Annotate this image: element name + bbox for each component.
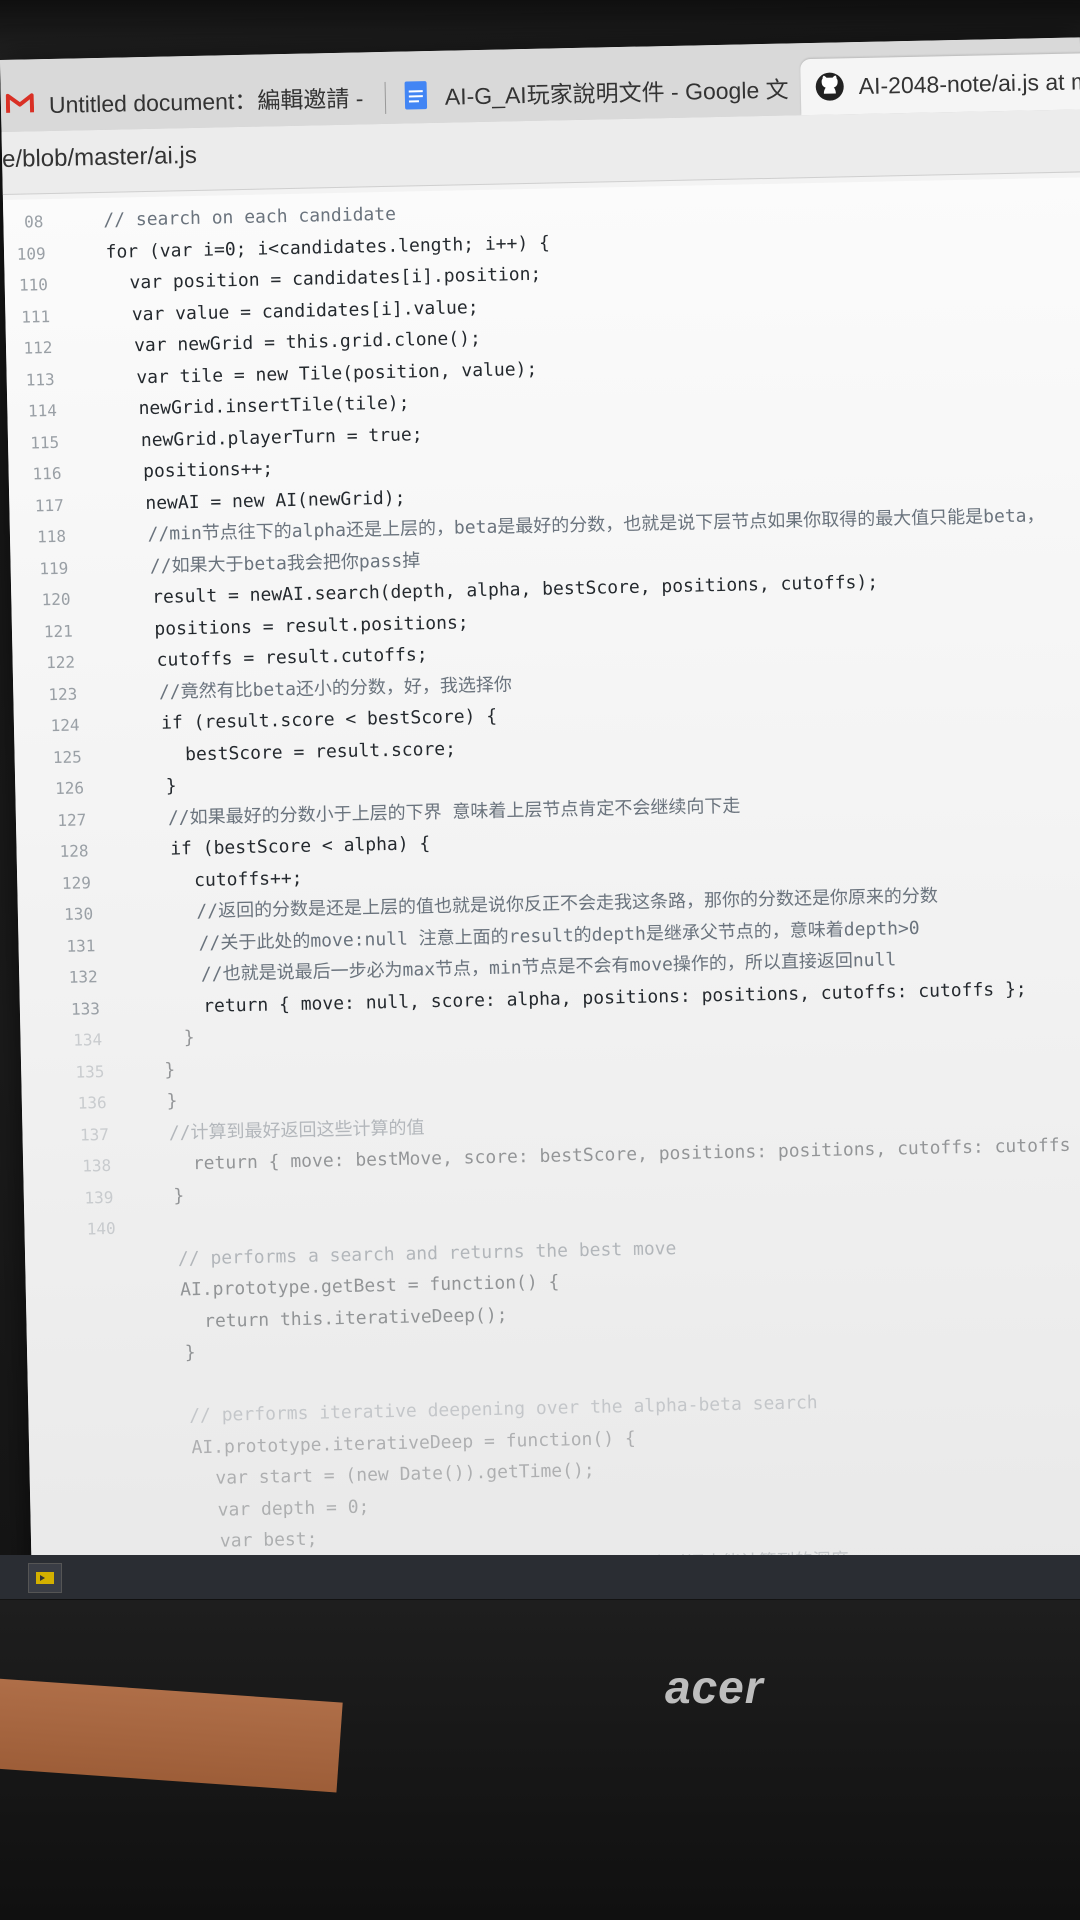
line-number: 124 bbox=[50, 715, 80, 736]
line-number: 140 bbox=[86, 1218, 116, 1239]
line-number: 113 bbox=[25, 369, 55, 390]
line-number: 128 bbox=[59, 841, 89, 861]
code-text: var depth = 0; bbox=[195, 1496, 370, 1521]
code-text: //计算到最好返回这些计算的值 bbox=[168, 1116, 425, 1144]
code-text: newAI = new AI(newGrid); bbox=[123, 487, 406, 515]
gmail-icon bbox=[5, 88, 36, 119]
line-number: 122 bbox=[45, 652, 76, 673]
code-text: } bbox=[173, 1184, 185, 1207]
browser-window: Untitled document：編輯邀請 - ✕ AI-G_AI玩家說明文件… bbox=[0, 37, 1080, 1595]
line-number bbox=[84, 1340, 124, 1341]
code-text: newGrid.playerTurn = true; bbox=[118, 423, 423, 452]
line-number: 116 bbox=[32, 463, 62, 484]
line-number: 109 bbox=[16, 243, 46, 264]
line-number bbox=[96, 1497, 136, 1498]
code-text: } bbox=[161, 1027, 195, 1049]
code-text: } bbox=[143, 775, 177, 798]
line-number: 138 bbox=[82, 1155, 112, 1176]
line-number: 120 bbox=[41, 589, 71, 610]
line-number: 115 bbox=[30, 432, 60, 452]
tab-title: AI-G_AI玩家說明文件 - Google 文 bbox=[444, 76, 789, 110]
tab-title: AI-2048-note/ai.js at ma bbox=[858, 67, 1080, 99]
line-number bbox=[82, 1308, 122, 1309]
line-number: 08 bbox=[23, 212, 44, 232]
code-text: positions = result.positions; bbox=[132, 611, 469, 640]
line-number: 126 bbox=[54, 778, 85, 799]
line-number: 127 bbox=[57, 809, 87, 830]
line-number: 114 bbox=[27, 400, 58, 421]
code-text: var best; bbox=[198, 1528, 318, 1553]
tab-gmail[interactable]: Untitled document：編輯邀請 - ✕ bbox=[4, 68, 375, 132]
line-number: 132 bbox=[68, 967, 98, 987]
line-number: 110 bbox=[18, 275, 49, 295]
code-text: } bbox=[166, 1090, 178, 1112]
tab-title: Untitled document：編輯邀請 - bbox=[48, 85, 364, 118]
line-number: 136 bbox=[77, 1092, 107, 1113]
line-number: 135 bbox=[75, 1061, 105, 1082]
line-number: 130 bbox=[63, 904, 94, 924]
line-number: 139 bbox=[84, 1187, 114, 1207]
code-text: cutoffs++; bbox=[150, 867, 303, 892]
line-number: 117 bbox=[34, 495, 64, 515]
tab-github-active[interactable]: AI-2048-note/ai.js at ma bbox=[800, 52, 1080, 116]
taskbar bbox=[0, 1555, 1080, 1599]
line-number: 121 bbox=[43, 621, 73, 641]
code-text: } bbox=[184, 1342, 196, 1364]
code-text: if (bestScore < alpha) { bbox=[148, 833, 431, 861]
line-number bbox=[89, 1403, 129, 1404]
line-number: 133 bbox=[70, 998, 101, 1019]
taskbar-app-icon[interactable] bbox=[28, 1563, 62, 1593]
code-text: cutoffs = result.cutoffs; bbox=[134, 644, 428, 672]
code-viewer: 08// search on each candidate 109 for (var… bbox=[2, 176, 1080, 1595]
line-number: 129 bbox=[61, 872, 92, 893]
line-number: 119 bbox=[39, 558, 69, 578]
line-number bbox=[78, 1245, 118, 1246]
url-text[interactable]: e/blob/master/ai.js bbox=[2, 142, 197, 174]
line-number bbox=[87, 1371, 127, 1372]
line-number bbox=[98, 1528, 138, 1529]
line-number bbox=[91, 1434, 131, 1435]
tab-divider bbox=[384, 81, 387, 114]
line-number: 112 bbox=[23, 337, 53, 358]
code-text: positions++; bbox=[121, 458, 274, 483]
code-text: return this.iterativeDeep(); bbox=[182, 1304, 508, 1332]
code-text: bestScore = result.score; bbox=[141, 738, 457, 766]
line-number: 123 bbox=[48, 684, 78, 704]
line-number: 111 bbox=[21, 306, 51, 327]
docs-icon bbox=[401, 80, 432, 111]
line-number: 134 bbox=[73, 1030, 103, 1050]
code-text: // search on each candidate bbox=[103, 203, 397, 231]
github-icon bbox=[814, 71, 845, 102]
code-text: //如果大于beta我会把你pass掉 bbox=[128, 549, 421, 577]
code-text: newGrid.insertTile(tile); bbox=[116, 392, 410, 420]
line-number bbox=[93, 1466, 133, 1467]
tab-google-docs[interactable]: AI-G_AI玩家說明文件 - Google 文 ✕ bbox=[400, 59, 791, 123]
code-text: } bbox=[164, 1059, 176, 1081]
line-number: 118 bbox=[36, 526, 67, 547]
line-number: 131 bbox=[66, 935, 96, 956]
line-number: 137 bbox=[79, 1124, 110, 1145]
line-number: 125 bbox=[52, 746, 82, 767]
brand-logo: acer bbox=[665, 1661, 764, 1713]
photo-frame: Untitled document：編輯邀請 - ✕ AI-G_AI玩家說明文件… bbox=[0, 0, 1080, 1920]
line-number bbox=[80, 1277, 120, 1278]
